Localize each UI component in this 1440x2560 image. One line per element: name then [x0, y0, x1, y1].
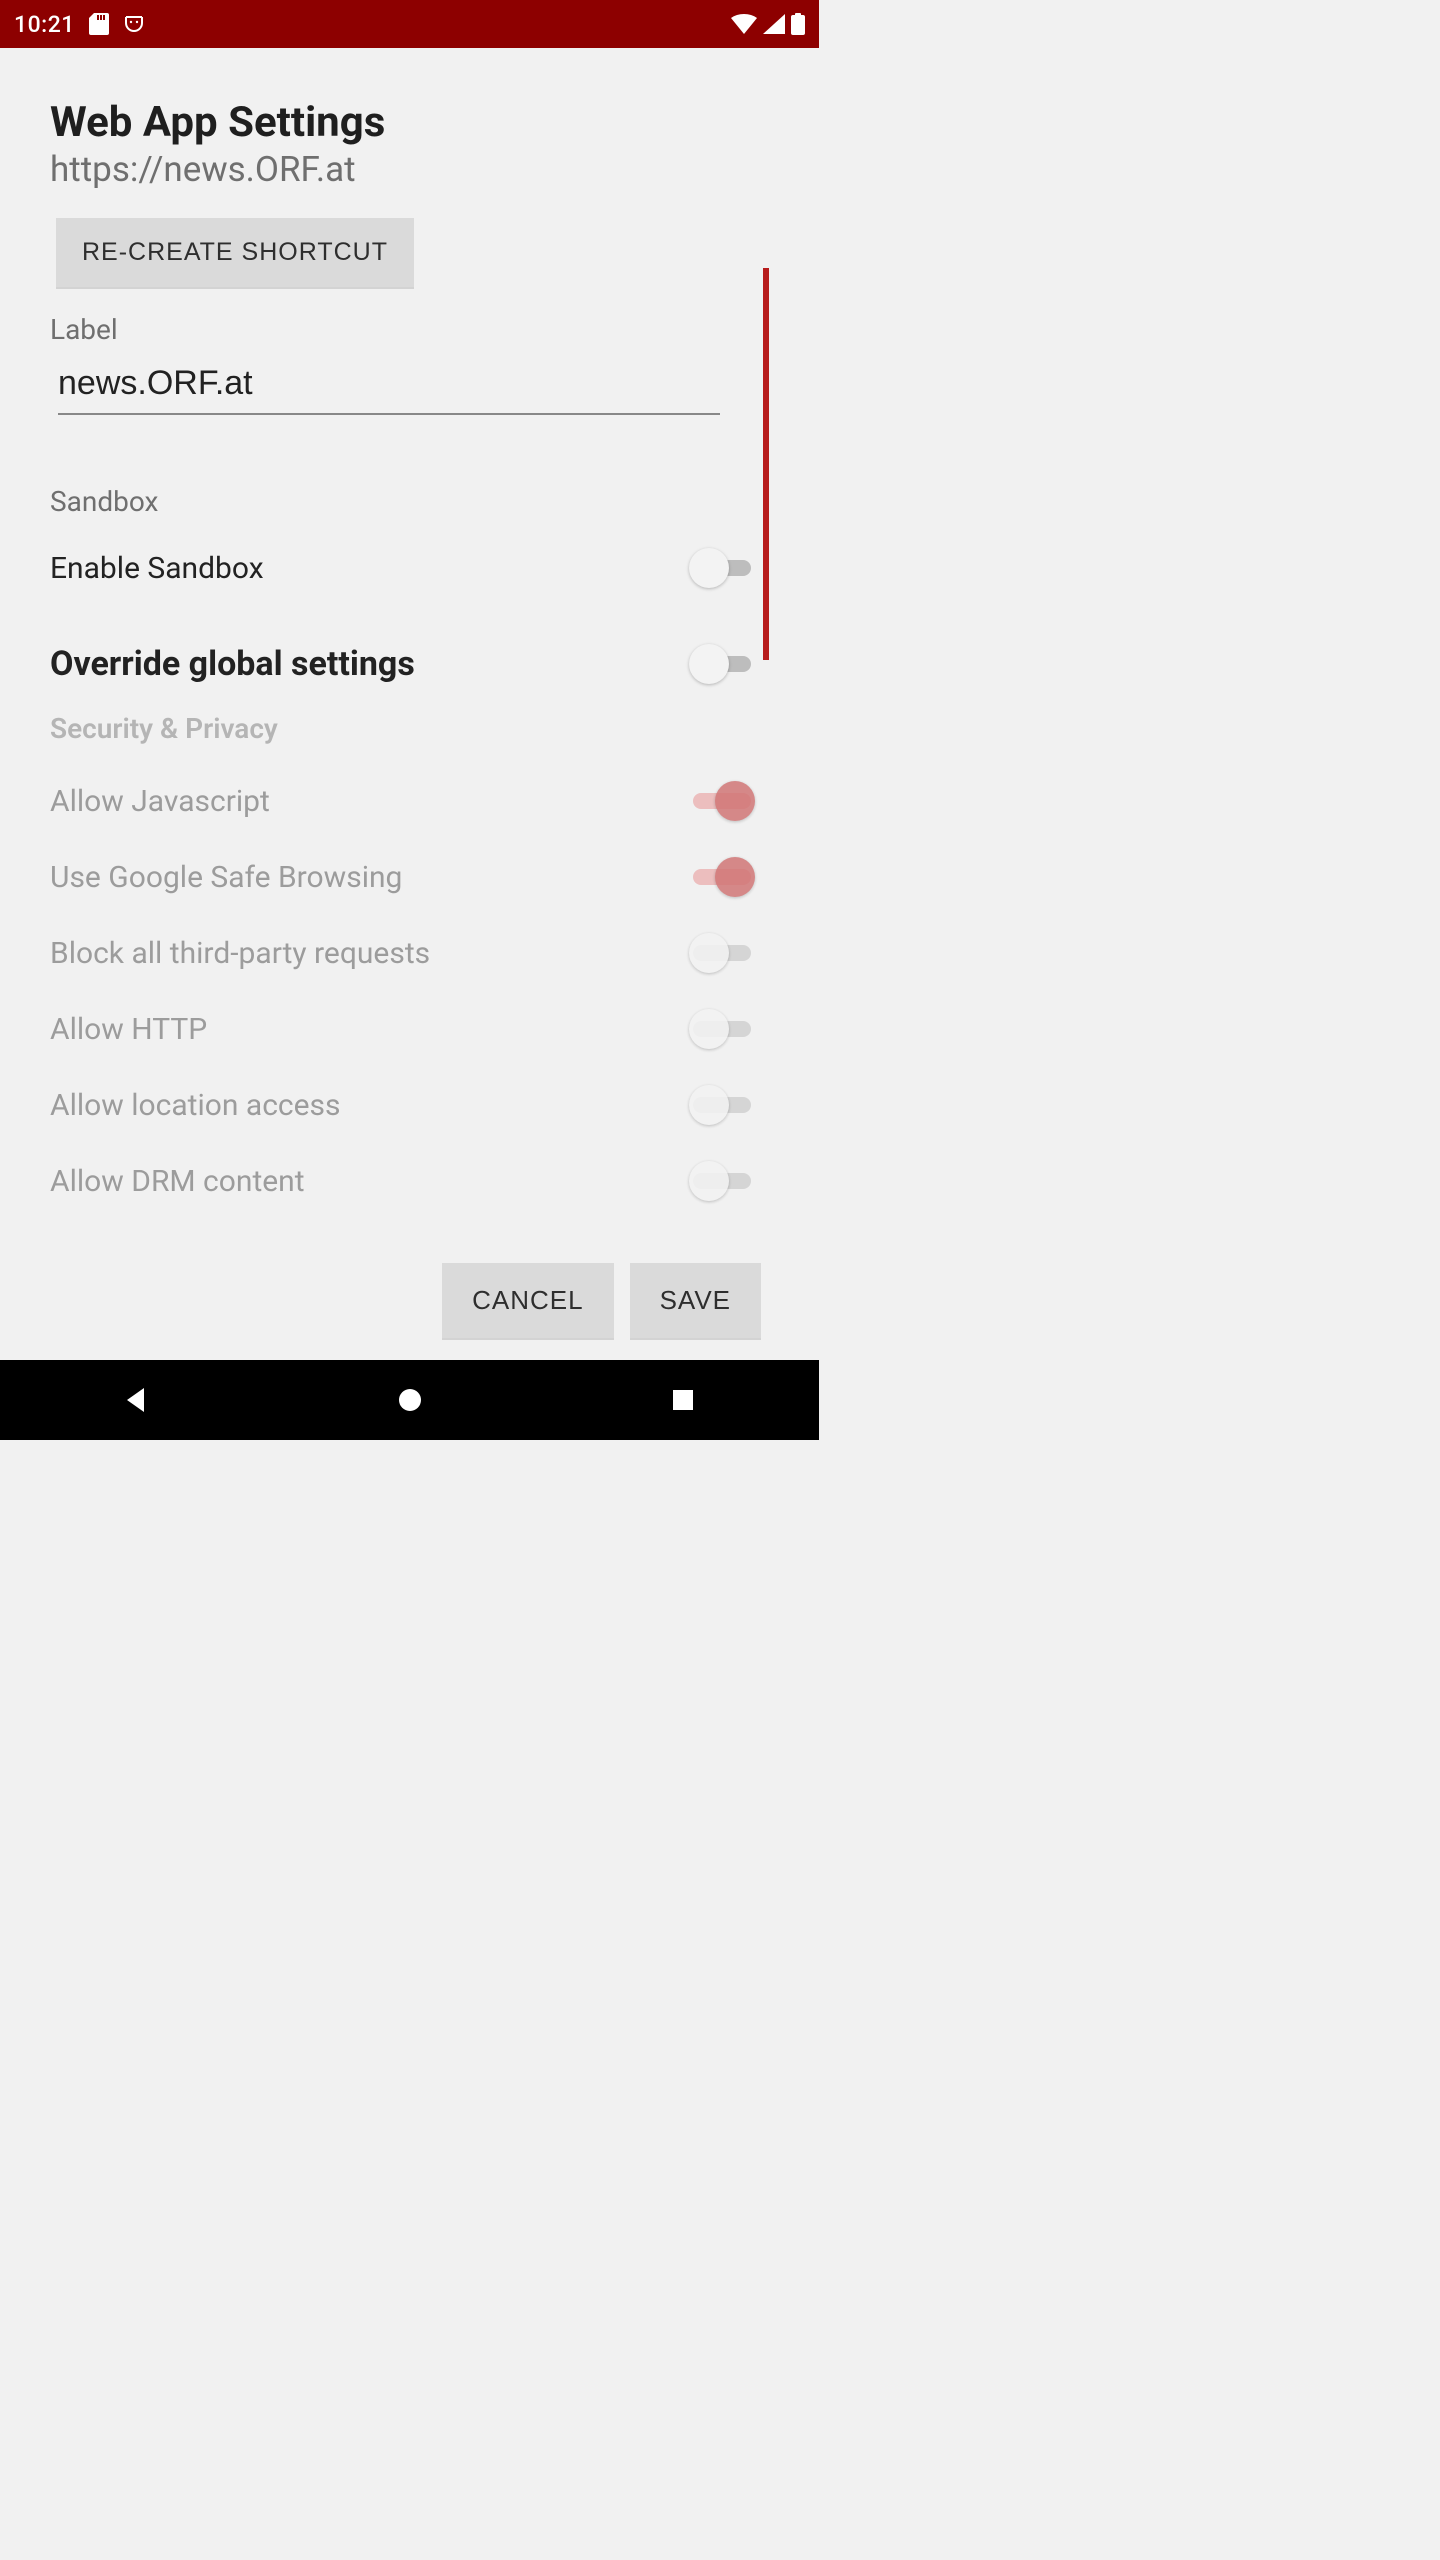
block-thirdparty-switch[interactable] [689, 933, 755, 973]
signal-icon [763, 14, 785, 34]
security-section-label: Security & Privacy [50, 712, 769, 745]
save-button[interactable]: SAVE [630, 1263, 761, 1338]
sd-card-icon [89, 13, 109, 35]
security-rows: Allow Javascript Use Google Safe Browsin… [50, 781, 769, 1201]
allow-javascript-switch[interactable] [689, 781, 755, 821]
override-switch[interactable] [689, 644, 755, 684]
allow-http-switch[interactable] [689, 1009, 755, 1049]
allow-http-row: Allow HTTP [50, 1009, 769, 1049]
safe-browsing-row: Use Google Safe Browsing [50, 857, 769, 897]
allow-drm-switch[interactable] [689, 1161, 755, 1201]
enable-sandbox-label: Enable Sandbox [50, 551, 264, 586]
allow-javascript-label: Allow Javascript [50, 784, 270, 819]
allow-location-row: Allow location access [50, 1085, 769, 1125]
safe-browsing-switch[interactable] [689, 857, 755, 897]
page-subtitle: https://news.ORF.at [50, 149, 769, 190]
block-thirdparty-label: Block all third-party requests [50, 936, 430, 971]
nav-home-icon[interactable] [390, 1380, 430, 1420]
wifi-icon [731, 14, 757, 34]
enable-sandbox-row: Enable Sandbox [50, 548, 769, 588]
scroll-indicator[interactable] [763, 268, 769, 660]
page-title: Web App Settings [50, 98, 769, 147]
sandbox-section-label: Sandbox [50, 485, 769, 518]
content: Web App Settings https://news.ORF.at RE-… [0, 48, 819, 1360]
label-input[interactable] [58, 356, 720, 415]
nav-back-icon[interactable] [117, 1380, 157, 1420]
label-caption: Label [50, 313, 769, 346]
navigation-bar [0, 1360, 819, 1440]
app-icon [123, 13, 145, 35]
override-row: Override global settings [50, 644, 769, 684]
status-right [731, 13, 805, 35]
status-time: 10:21 [14, 11, 75, 38]
enable-sandbox-switch[interactable] [689, 548, 755, 588]
allow-location-switch[interactable] [689, 1085, 755, 1125]
recreate-shortcut-button[interactable]: RE-CREATE SHORTCUT [56, 218, 414, 287]
override-label: Override global settings [50, 644, 415, 684]
block-thirdparty-row: Block all third-party requests [50, 933, 769, 973]
cancel-button[interactable]: CANCEL [442, 1263, 613, 1338]
allow-drm-label: Allow DRM content [50, 1164, 305, 1199]
allow-drm-row: Allow DRM content [50, 1161, 769, 1201]
battery-icon [791, 13, 805, 35]
safe-browsing-label: Use Google Safe Browsing [50, 860, 402, 895]
dialog-actions: CANCEL SAVE [442, 1263, 761, 1338]
status-bar: 10:21 [0, 0, 819, 48]
allow-location-label: Allow location access [50, 1088, 341, 1123]
allow-http-label: Allow HTTP [50, 1012, 207, 1047]
status-left: 10:21 [14, 11, 145, 38]
allow-javascript-row: Allow Javascript [50, 781, 769, 821]
nav-recent-icon[interactable] [663, 1380, 703, 1420]
